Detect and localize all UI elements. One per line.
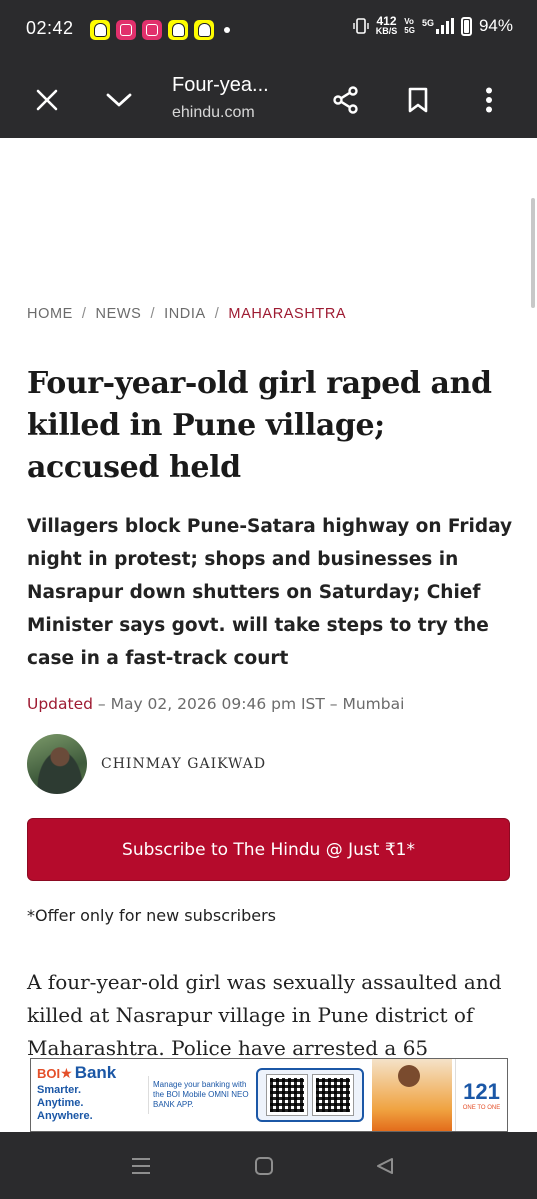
instagram-icon (116, 20, 136, 40)
close-tab-button[interactable] (23, 76, 71, 124)
bookmark-button[interactable] (394, 76, 442, 124)
ad-badge: 121 ONE TO ONE (455, 1059, 507, 1131)
vibrate-icon (353, 18, 369, 34)
minimize-button[interactable] (95, 76, 143, 124)
breadcrumb-news[interactable]: NEWS (96, 306, 142, 322)
volte-indicator: Vo 5G (404, 17, 415, 35)
breadcrumb-maharashtra[interactable]: MAHARASHTRA (228, 306, 346, 322)
qr-code-icon (266, 1074, 308, 1116)
ad-badge-number: 121 (463, 1079, 500, 1104)
snapchat-icon (90, 20, 110, 40)
status-indicators: 412 KB/S Vo 5G 5G 94% (353, 14, 513, 36)
bookmark-icon (408, 87, 428, 113)
ad-bank-label: Bank (74, 1063, 117, 1082)
status-bar: 02:42 412 KB/S Vo 5G 5G 94% (0, 0, 537, 62)
network-speed-unit: KB/S (375, 26, 398, 36)
page-url[interactable]: ehindu.com (172, 104, 255, 122)
battery-percent: 94% (478, 16, 513, 35)
author-avatar[interactable] (27, 734, 87, 794)
back-button[interactable] (365, 1146, 405, 1186)
ad-message: Manage your banking with the BOI Mobile … (148, 1076, 256, 1114)
updated-line: Updated – May 02, 2026 09:46 pm IST – Mu… (27, 695, 404, 713)
page-scrollbar[interactable] (531, 198, 535, 308)
breadcrumb-india[interactable]: INDIA (164, 306, 206, 322)
article-subhead: Villagers block Pune-Satara highway on F… (27, 516, 513, 669)
article-headline: Four-year-old girl raped and killed in P… (27, 366, 492, 485)
updated-label: Updated (27, 695, 93, 713)
signal-indicator: 5G (422, 18, 454, 34)
qr-code-icon (312, 1074, 354, 1116)
article-body: A four-year-old girl was sexually assaul… (27, 970, 502, 1060)
breadcrumb: HOME / NEWS / INDIA / MAHARASHTRA (27, 306, 346, 322)
page-title: Four-yea... (172, 74, 269, 96)
star-icon: ★ (60, 1066, 73, 1082)
status-time: 02:42 (26, 18, 74, 38)
author-byline[interactable]: CHINMAY GAIKWAD (27, 734, 266, 794)
signal-bars-icon (435, 18, 454, 34)
share-icon (333, 86, 358, 114)
home-button[interactable] (244, 1146, 284, 1186)
recents-icon (132, 1158, 150, 1174)
snapchat-icon (194, 20, 214, 40)
recents-button[interactable] (121, 1146, 161, 1186)
instagram-icon (142, 20, 162, 40)
ad-tagline: Smarter. Anytime. Anywhere. (37, 1084, 93, 1122)
ad-brand: BOI (37, 1066, 61, 1081)
more-options-button[interactable] (465, 76, 513, 124)
snapchat-icon (168, 20, 188, 40)
ad-banner[interactable]: BOI★ Bank Smarter. Anytime. Anywhere. Man… (30, 1058, 508, 1132)
breadcrumb-separator: / (150, 306, 156, 322)
ad-person-image (372, 1059, 452, 1131)
more-vert-icon (486, 87, 492, 113)
browser-toolbar: Four-yea... ehindu.com (0, 62, 537, 138)
home-icon (255, 1157, 273, 1175)
subscribe-button[interactable]: Subscribe to The Hindu @ Just ₹1* (27, 818, 510, 881)
offer-note: *Offer only for new subscribers (27, 906, 276, 925)
ad-badge-sub: ONE TO ONE (462, 1105, 501, 1111)
author-name[interactable]: CHINMAY GAIKWAD (101, 756, 266, 772)
more-notifications-dot (224, 27, 230, 33)
battery-icon (460, 16, 472, 36)
close-icon (36, 89, 58, 111)
breadcrumb-home[interactable]: HOME (27, 306, 73, 322)
updated-datetime: – May 02, 2026 09:46 pm IST – Mumbai (92, 695, 405, 713)
notification-icons (90, 20, 230, 40)
breadcrumb-separator: / (214, 306, 220, 322)
network-speed: 412 KB/S (375, 14, 398, 36)
breadcrumb-separator: / (81, 306, 87, 322)
share-button[interactable] (322, 76, 370, 124)
chevron-down-icon (106, 93, 132, 107)
back-icon (377, 1158, 393, 1174)
network-type: 5G (421, 18, 434, 28)
network-speed-value: 412 (376, 14, 397, 28)
article-page: HOME / NEWS / INDIA / MAHARASHTRA Four-year-ol… (0, 138, 537, 1132)
ad-qr-codes (256, 1068, 364, 1122)
system-nav-bar (0, 1132, 537, 1199)
ad-brand-block: BOI★ Bank Smarter. Anytime. Anywhere. (31, 1059, 148, 1131)
